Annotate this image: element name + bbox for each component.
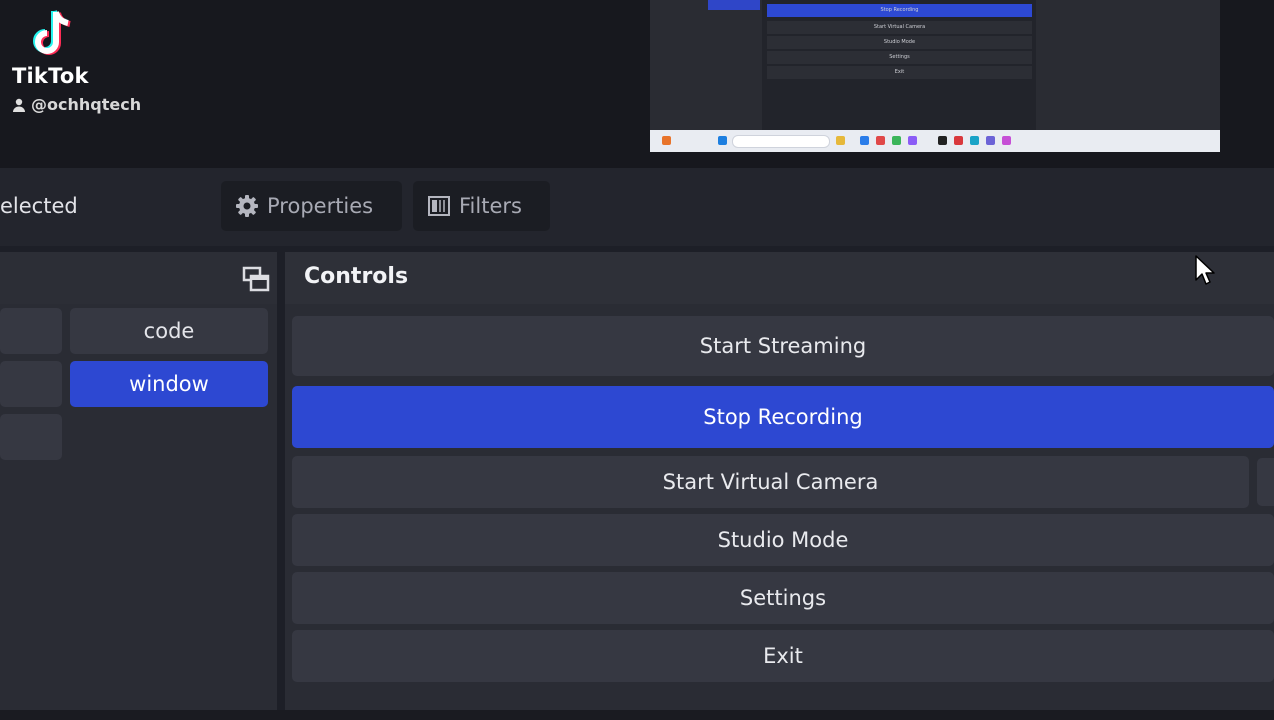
settings-button[interactable]: Settings — [292, 572, 1274, 624]
preview-control-exit: Exit — [767, 66, 1032, 79]
filters-label: Filters — [459, 194, 522, 218]
bottom-strip — [0, 710, 1274, 720]
stop-recording-button[interactable]: Stop Recording — [292, 386, 1274, 448]
undock-icon[interactable] — [242, 265, 270, 293]
preview-taskbar-app-icon — [986, 136, 995, 145]
preview-taskbar — [650, 130, 1220, 152]
properties-label: Properties — [267, 194, 374, 218]
source-toolbar — [0, 168, 1274, 246]
source-button-window[interactable]: window — [70, 361, 268, 407]
properties-button[interactable]: Properties — [221, 181, 402, 231]
preview-taskbar-app-icon — [970, 136, 979, 145]
controls-title: Controls — [304, 264, 409, 289]
mouse-cursor-icon — [1195, 255, 1215, 285]
source-button-3[interactable] — [0, 361, 62, 407]
no-source-selected-label: elected — [0, 194, 78, 218]
preview-control-studio-mode: Studio Mode — [767, 36, 1032, 49]
preview-taskbar-app-icon — [908, 136, 917, 145]
preview-taskbar-app-icon — [892, 136, 901, 145]
preview-selected-source — [708, 0, 760, 10]
tiktok-logo-icon — [33, 10, 71, 55]
tiktok-username-text: @ochhqtech — [31, 95, 142, 114]
source-button-5[interactable] — [0, 414, 62, 460]
studio-mode-button[interactable]: Studio Mode — [292, 514, 1274, 566]
preview-taskbar-app-icon — [1002, 136, 1011, 145]
preview-control-settings: Settings — [767, 51, 1032, 64]
preview-sources-column — [650, 0, 762, 130]
person-icon — [13, 98, 25, 112]
preview-taskbar-search — [732, 135, 830, 148]
preview-windows-icon — [718, 136, 727, 145]
preview-taskbar-app-icon — [860, 136, 869, 145]
preview-taskbar-app-icon — [876, 136, 885, 145]
preview-taskbar-app-icon — [836, 136, 845, 145]
tiktok-username: @ochhqtech — [12, 95, 141, 114]
preview-transitions-panel — [1036, 0, 1220, 130]
start-streaming-button[interactable]: Start Streaming — [292, 316, 1274, 376]
preview-taskbar-app-icon — [954, 136, 963, 145]
preview-screenshot: Stop Recording Start Virtual Camera Stud… — [650, 0, 1220, 152]
exit-button[interactable]: Exit — [292, 630, 1274, 682]
preview-taskbar-app-icon — [938, 136, 947, 145]
source-button-code[interactable]: code — [70, 308, 268, 354]
gear-icon — [236, 195, 258, 217]
sources-dock-header — [0, 252, 277, 304]
preview-taskbar-app-icon — [662, 136, 671, 145]
virtual-camera-config-button[interactable] — [1257, 458, 1274, 506]
start-virtual-camera-button[interactable]: Start Virtual Camera — [292, 456, 1249, 508]
preview-control-virtual-camera: Start Virtual Camera — [767, 21, 1032, 34]
filter-icon — [428, 196, 450, 216]
controls-dock-header — [285, 252, 1274, 304]
source-button-1[interactable] — [0, 308, 62, 354]
tiktok-brand-text: TikTok — [12, 64, 89, 88]
preview-control-stop-recording: Stop Recording — [767, 4, 1032, 17]
filters-button[interactable]: Filters — [413, 181, 550, 231]
